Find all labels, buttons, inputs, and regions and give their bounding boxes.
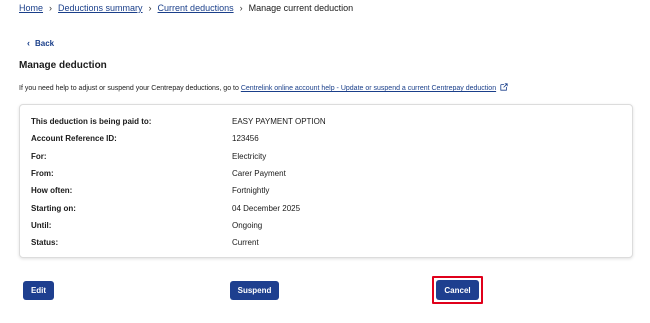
page-title: Manage deduction: [19, 60, 107, 71]
suspend-button[interactable]: Suspend: [230, 281, 279, 300]
back-label: Back: [35, 38, 55, 48]
detail-value: 04 December 2025: [232, 204, 301, 213]
breadcrumb: Home › Deductions summary › Current dedu…: [19, 3, 353, 13]
detail-label: From:: [31, 169, 54, 178]
chevron-right-icon: ›: [239, 3, 243, 13]
detail-label: Status:: [31, 238, 59, 247]
detail-label: For:: [31, 152, 47, 161]
detail-value: Current: [232, 238, 259, 247]
detail-value: Ongoing: [232, 221, 263, 230]
detail-label: This deduction is being paid to:: [31, 117, 152, 126]
detail-value: Carer Payment: [232, 169, 286, 178]
detail-label: Until:: [31, 221, 52, 230]
breadcrumb-deductions-summary-link[interactable]: Deductions summary: [58, 3, 143, 13]
chevron-left-icon: ‹: [27, 38, 30, 48]
breadcrumb-current-deductions-link[interactable]: Current deductions: [158, 3, 234, 13]
help-link[interactable]: Centrelink online account help - Update …: [241, 85, 496, 92]
detail-label: Account Reference ID:: [31, 134, 117, 143]
detail-label: How often:: [31, 186, 73, 195]
breadcrumb-current-page: Manage current deduction: [248, 3, 354, 13]
back-link[interactable]: ‹ Back: [27, 38, 54, 48]
help-text-body: If you need help to adjust or suspend yo…: [19, 85, 239, 92]
edit-button[interactable]: Edit: [23, 281, 54, 300]
cancel-button[interactable]: Cancel: [436, 280, 479, 300]
breadcrumb-home-link[interactable]: Home: [19, 3, 43, 13]
detail-value: EASY PAYMENT OPTION: [232, 117, 326, 126]
detail-value: Electricity: [232, 152, 267, 161]
detail-value: 123456: [232, 134, 259, 143]
cancel-button-highlight: Cancel: [432, 276, 483, 304]
external-link-icon[interactable]: [500, 83, 508, 91]
deduction-details-card: This deduction is being paid to: EASY PA…: [19, 104, 633, 258]
help-text: If you need help to adjust or suspend yo…: [19, 83, 508, 92]
chevron-right-icon: ›: [148, 3, 152, 13]
detail-label: Starting on:: [31, 204, 76, 213]
chevron-right-icon: ›: [49, 3, 53, 13]
detail-value: Fortnightly: [232, 186, 270, 195]
